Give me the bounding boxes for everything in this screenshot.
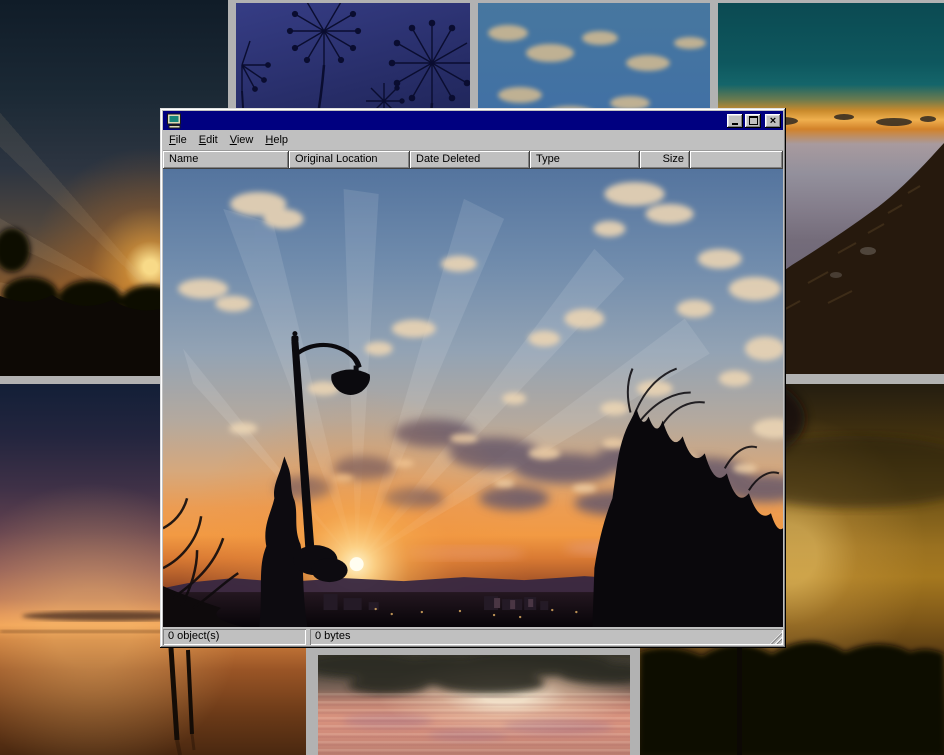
wallpaper-tile-water-reflections: [318, 655, 630, 755]
resize-grip[interactable]: [770, 632, 782, 644]
column-header-size[interactable]: Size: [640, 151, 690, 169]
maximize-icon: [749, 116, 758, 125]
computer-icon[interactable]: [166, 113, 182, 129]
desktop: × File Edit View Help Name Original Loca…: [0, 0, 944, 755]
water-ripples: [318, 693, 630, 755]
column-header-blank[interactable]: [690, 151, 783, 169]
sunset-photo: [163, 169, 783, 627]
status-byte-count: 0 bytes: [310, 629, 783, 645]
menu-help[interactable]: Help: [259, 131, 294, 150]
close-icon: ×: [770, 116, 776, 126]
status-object-count: 0 object(s): [163, 629, 306, 645]
menu-file[interactable]: File: [163, 131, 193, 150]
menu-view[interactable]: View: [224, 131, 260, 150]
sun: [350, 557, 364, 571]
column-header-name[interactable]: Name: [163, 151, 289, 169]
close-button[interactable]: ×: [765, 114, 781, 128]
window-titlebar[interactable]: ×: [163, 111, 783, 130]
maximize-button[interactable]: [745, 114, 761, 128]
status-bar: 0 object(s) 0 bytes: [163, 629, 783, 645]
folder-view-area[interactable]: [163, 169, 783, 627]
minimize-icon: [732, 123, 738, 125]
column-header-type[interactable]: Type: [530, 151, 640, 169]
recycle-bin-window: × File Edit View Help Name Original Loca…: [160, 108, 786, 648]
minimize-button[interactable]: [727, 114, 743, 128]
column-header-original-location[interactable]: Original Location: [289, 151, 410, 169]
menu-bar: File Edit View Help: [163, 130, 783, 151]
column-header-date-deleted[interactable]: Date Deleted: [410, 151, 530, 169]
list-column-headers: Name Original Location Date Deleted Type…: [163, 151, 783, 169]
menu-edit[interactable]: Edit: [193, 131, 224, 150]
